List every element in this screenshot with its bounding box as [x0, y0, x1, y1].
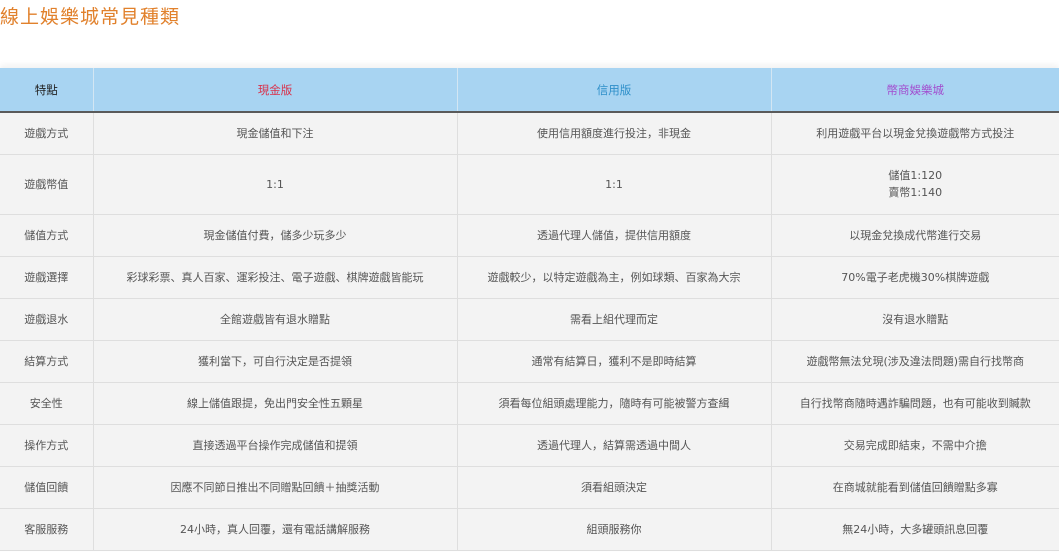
feature-cell: 遊戲選擇 — [0, 256, 94, 299]
coin-cell-text: 遊戲幣無法兌現(涉及違法問題)需自行找幣商 — [806, 354, 1025, 368]
cash-cell: 獲利當下，可自行決定是否提領 — [93, 340, 458, 383]
coin-cell-text: 儲值1:120 — [888, 169, 943, 182]
cash-cell: 彩球彩票、真人百家、運彩投注、電子遊戲、棋牌遊戲皆能玩 — [93, 256, 458, 299]
credit-cell-text: 組頭服務你 — [586, 522, 642, 536]
table-header-row: 特點 現金版 信用版 幣商娛樂城 — [0, 68, 1059, 113]
credit-cell: 使用信用額度進行投注，非現金 — [457, 112, 772, 155]
coin-cell: 沒有退水贈點 — [771, 298, 1059, 341]
cash-cell: 24小時，真人回覆，還有電話講解服務 — [93, 508, 458, 551]
coin-cell: 在商城就能看到儲值回饋贈點多寡 — [771, 466, 1059, 509]
coin-cell-text: 沒有退水贈點 — [882, 312, 949, 326]
credit-cell-text: 遊戲較少，以特定遊戲為主，例如球類、百家為大宗 — [487, 270, 741, 284]
header-coin-merchant: 幣商娛樂城 — [771, 68, 1059, 113]
credit-cell: 1:1 — [457, 154, 772, 215]
comparison-table-container: 特點 現金版 信用版 幣商娛樂城 遊戲方式 現金儲值和下注 使用信用額度進行投注，非… — [0, 68, 1059, 551]
credit-cell-text: 透過代理人，結算需透過中間人 — [537, 438, 691, 452]
header-credit-version: 信用版 — [457, 68, 772, 113]
cash-cell: 現金儲值付費，儲多少玩多少 — [93, 214, 458, 257]
credit-cell: 遊戲較少，以特定遊戲為主，例如球類、百家為大宗 — [457, 256, 772, 299]
coin-cell: 自行找幣商隨時遇詐騙問題，也有可能收到贓款 — [771, 382, 1059, 425]
coin-cell: 交易完成即結束，不需中介擔 — [771, 424, 1059, 467]
table-row: 客服服務 24小時，真人回覆，還有電話講解服務 組頭服務你 無24小時，大多罐頭訊息回… — [0, 508, 1059, 551]
coin-cell: 無24小時，大多罐頭訊息回覆 — [771, 508, 1059, 551]
coin-cell-text: 70%電子老虎機30%棋牌遊戲 — [841, 270, 990, 284]
page-title: 線上娛樂城常見種類 — [0, 6, 181, 28]
cash-cell: 直接透過平台操作完成儲值和提領 — [93, 424, 458, 467]
coin-cell: 以現金兌換成代幣進行交易 — [771, 214, 1059, 257]
feature-cell: 安全性 — [0, 382, 94, 425]
cash-cell-text: 彩球彩票、真人百家、運彩投注、電子遊戲、棋牌遊戲皆能玩 — [126, 270, 424, 284]
credit-cell-text: 需看上組代理而定 — [570, 312, 658, 326]
coin-cell: 遊戲幣無法兌現(涉及違法問題)需自行找幣商 — [771, 340, 1059, 383]
cash-cell-text: 直接透過平台操作完成儲值和提領 — [192, 438, 358, 452]
header-cash-version: 現金版 — [93, 68, 458, 113]
coin-cell-text: 以現金兌換成代幣進行交易 — [849, 228, 982, 242]
table-row: 遊戲選擇 彩球彩票、真人百家、運彩投注、電子遊戲、棋牌遊戲皆能玩 遊戲較少，以特定遊… — [0, 256, 1059, 299]
table-row: 遊戲退水 全館遊戲皆有退水贈點 需看上組代理而定 沒有退水贈點 — [0, 298, 1059, 341]
table-row: 結算方式 獲利當下，可自行決定是否提領 通常有結算日，獲利不是即時結算 遊戲幣無法兌現… — [0, 340, 1059, 383]
credit-cell-text: 透過代理人儲值，提供信用額度 — [537, 228, 691, 242]
coin-cell-text: 賣幣1:140 — [888, 186, 943, 199]
cash-cell-text: 現金儲值付費，儲多少玩多少 — [203, 228, 347, 242]
credit-cell: 組頭服務你 — [457, 508, 772, 551]
coin-cell: 利用遊戲平台以現金兌換遊戲幣方式投注 — [771, 112, 1059, 155]
table-body: 遊戲方式 現金儲值和下注 使用信用額度進行投注，非現金 利用遊戲平台以現金兌換遊戲幣方… — [0, 112, 1059, 551]
cash-cell-text: 獲利當下，可自行決定是否提領 — [198, 354, 352, 368]
cash-cell-text: 全館遊戲皆有退水贈點 — [220, 312, 330, 326]
cash-cell: 因應不同節日推出不同贈點回饋＋抽獎活動 — [93, 466, 458, 509]
cash-cell-text: 線上儲值跟提，免出門安全性五顆星 — [187, 396, 363, 410]
cash-cell-text: 現金儲值和下注 — [236, 126, 314, 140]
table-row: 儲值方式 現金儲值付費，儲多少玩多少 透過代理人儲值，提供信用額度 以現金兌換成代幣進… — [0, 214, 1059, 257]
comparison-table: 特點 現金版 信用版 幣商娛樂城 遊戲方式 現金儲值和下注 使用信用額度進行投注，非… — [0, 68, 1059, 551]
cash-cell-text: 24小時，真人回覆，還有電話講解服務 — [180, 522, 370, 536]
coin-cell-text: 無24小時，大多罐頭訊息回覆 — [842, 522, 989, 536]
cash-cell: 全館遊戲皆有退水贈點 — [93, 298, 458, 341]
feature-cell: 遊戲退水 — [0, 298, 94, 341]
credit-cell-text: 須看每位組頭處理能力，隨時有可能被警方查緝 — [498, 396, 730, 410]
credit-cell-text: 須看組頭決定 — [581, 480, 647, 494]
header-feature: 特點 — [0, 68, 94, 113]
credit-cell: 須看組頭決定 — [457, 466, 772, 509]
feature-cell: 操作方式 — [0, 424, 94, 467]
cash-cell-text: 1:1 — [266, 177, 284, 191]
credit-cell: 透過代理人，結算需透過中間人 — [457, 424, 772, 467]
table-row: 遊戲方式 現金儲值和下注 使用信用額度進行投注，非現金 利用遊戲平台以現金兌換遊戲幣方… — [0, 112, 1059, 155]
coin-cell-text: 自行找幣商隨時遇詐騙問題，也有可能收到贓款 — [799, 396, 1031, 410]
table-row: 遊戲幣值 1:1 1:1 儲值1:120 賣幣1:140 — [0, 154, 1059, 215]
feature-cell: 客服服務 — [0, 508, 94, 551]
table-row: 儲值回饋 因應不同節日推出不同贈點回饋＋抽獎活動 須看組頭決定 在商城就能看到儲值回饋… — [0, 466, 1059, 509]
coin-cell: 儲值1:120 賣幣1:140 — [771, 154, 1059, 215]
cash-cell: 現金儲值和下注 — [93, 112, 458, 155]
coin-cell-text: 交易完成即結束，不需中介擔 — [843, 438, 987, 452]
coin-cell-text: 利用遊戲平台以現金兌換遊戲幣方式投注 — [816, 126, 1015, 140]
feature-cell: 遊戲幣值 — [0, 154, 94, 215]
feature-cell: 儲值方式 — [0, 214, 94, 257]
feature-cell: 結算方式 — [0, 340, 94, 383]
credit-cell: 需看上組代理而定 — [457, 298, 772, 341]
credit-cell-text: 通常有結算日，獲利不是即時結算 — [531, 354, 697, 368]
cash-cell: 1:1 — [93, 154, 458, 215]
credit-cell-text: 使用信用額度進行投注，非現金 — [537, 126, 691, 140]
coin-cell: 70%電子老虎機30%棋牌遊戲 — [771, 256, 1059, 299]
credit-cell: 須看每位組頭處理能力，隨時有可能被警方查緝 — [457, 382, 772, 425]
table-row: 安全性 線上儲值跟提，免出門安全性五顆星 須看每位組頭處理能力，隨時有可能被警方查緝… — [0, 382, 1059, 425]
table-row: 操作方式 直接透過平台操作完成儲值和提領 透過代理人，結算需透過中間人 交易完成即結束… — [0, 424, 1059, 467]
credit-cell: 通常有結算日，獲利不是即時結算 — [457, 340, 772, 383]
feature-cell: 遊戲方式 — [0, 112, 94, 155]
cash-cell: 線上儲值跟提，免出門安全性五顆星 — [93, 382, 458, 425]
credit-cell: 透過代理人儲值，提供信用額度 — [457, 214, 772, 257]
cash-cell-text: 因應不同節日推出不同贈點回饋＋抽獎活動 — [170, 480, 380, 494]
coin-cell-text: 在商城就能看到儲值回饋贈點多寡 — [832, 480, 998, 494]
credit-cell-text: 1:1 — [605, 177, 623, 191]
feature-cell: 儲值回饋 — [0, 466, 94, 509]
